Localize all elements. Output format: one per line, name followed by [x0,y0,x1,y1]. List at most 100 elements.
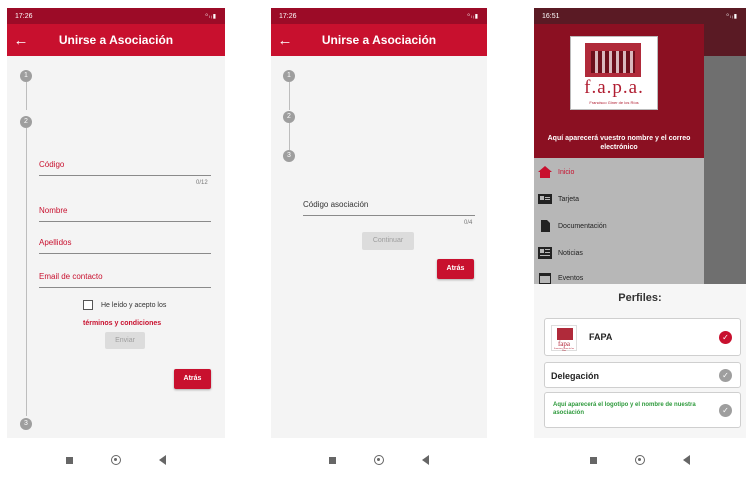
send-button[interactable]: Enviar [105,332,145,349]
mini-logo-subtitle: Francisco Giner de los Ríos [553,348,574,352]
email-field-label: Email de contacto [39,272,103,281]
status-bar: 17:26 ⁰ₗᵢ▮ [271,8,487,24]
page-title: Unirse a Asociación [58,33,174,47]
name-field-label: Nombre [39,206,68,215]
fapa-logo[interactable]: f.a.p.a. Francisco Giner de los Ríos [570,36,658,110]
profile-label: Delegación [551,371,600,381]
logo-subtitle: Francisco Giner de los Ríos [589,100,639,105]
status-icons: ⁰ₗᵢ▮ [726,13,738,20]
home-button-icon[interactable] [111,455,121,465]
phone-screen-join-association-step2: 17:26 ⁰ₗᵢ▮ ← Unirse a Asociación 1 2 3 C… [7,8,225,482]
phone-screen-join-association-step3: 17:26 ⁰ₗᵢ▮ ← Unirse a Asociación 1 2 3 C… [271,8,487,482]
sheet-title: Perfiles: [618,292,662,304]
fapa-mini-logo: fapa Francisco Giner de los Ríos [551,325,577,352]
menu-label: Inicio [558,168,575,176]
phone-screen-profile-selector: 16:51 ⁰ₗᵢ▮ f.a.p.a. Francisco Giner de l… [534,8,746,482]
home-button-icon[interactable] [635,455,645,465]
stepper-content: 1 2 3 Código asociación 0/4 Continuar At… [271,56,487,438]
system-nav-bar [271,438,487,482]
logo-building-icon [585,43,641,77]
app-bar: ← Unirse a Asociación [7,24,225,56]
recent-apps-icon[interactable] [329,456,336,464]
menu-label: Documentación [558,222,607,230]
association-code-label: Código asociación [303,200,369,209]
logo-text: f.a.p.a. [584,77,644,98]
recent-apps-icon[interactable] [66,456,73,464]
profile-card-fapa[interactable]: fapa Francisco Giner de los Ríos FAPA ✓ [544,318,741,356]
email-field[interactable]: Email de contacto [39,258,211,288]
app-bar: ← Unirse a Asociación [271,24,487,56]
mini-logo-text: fapa [557,340,571,348]
menu-label: Eventos [558,274,584,282]
profile-card-delegacion[interactable]: Delegación ✓ [544,362,741,388]
system-nav-bar [7,438,225,482]
code-field-label: Código [39,160,65,169]
back-nav-icon[interactable] [683,455,690,465]
back-nav-icon[interactable] [159,455,166,465]
system-nav-bar [534,438,746,482]
accept-terms-checkbox[interactable] [83,300,93,310]
check-unselected-icon: ✓ [719,404,732,417]
back-button[interactable]: Atrás [437,259,474,279]
step-connector [26,128,27,416]
code-field[interactable]: Código [39,146,211,176]
step-connector [26,82,27,110]
calendar-icon [538,272,552,284]
menu-label: Tarjeta [558,195,580,203]
profile-card-placeholder[interactable]: Aquí aparecerá el logotipo y el nombre d… [544,392,741,428]
user-info-placeholder: Aquí aparecerá vuestro nombre y el corre… [547,135,691,151]
step-connector [289,122,290,150]
recent-apps-icon[interactable] [590,456,597,464]
profile-label: FAPA [589,332,613,342]
step-1-indicator[interactable]: 1 [283,70,295,82]
status-time: 17:26 [15,12,33,20]
menu-item-noticias[interactable]: Noticias [538,247,583,259]
step-2-indicator[interactable]: 2 [20,116,32,128]
back-button[interactable]: Atrás [174,369,211,389]
status-bar: 17:26 ⁰ₗᵢ▮ [7,8,225,24]
check-unselected-icon: ✓ [719,369,732,382]
step-3-indicator[interactable]: 3 [20,418,32,430]
accept-terms-text: He leído y acepto los [101,301,167,309]
profile-placeholder-note: Aquí aparecerá el logotipo y el nombre d… [553,402,696,416]
name-field[interactable]: Nombre [39,192,211,222]
surname-field[interactable]: Apellidos [39,224,211,254]
status-icons: ⁰ₗᵢ▮ [205,13,217,20]
menu-item-documentacion[interactable]: Documentación [538,220,607,232]
back-arrow-icon[interactable]: ← [271,32,299,49]
step-connector [289,82,290,110]
drawer-header: f.a.p.a. Francisco Giner de los Ríos ↓ A… [534,24,704,158]
continue-button[interactable]: Continuar [362,232,414,250]
profiles-bottom-sheet: Perfiles: fapa Francisco Giner de los Rí… [534,284,746,438]
menu-label: Noticias [558,249,583,257]
check-selected-icon: ✓ [719,331,732,344]
accept-terms-row: He leído y acepto los [83,300,166,310]
step-2-indicator[interactable]: 2 [283,111,295,123]
step-1-indicator[interactable]: 1 [20,70,32,82]
page-title: Unirse a Asociación [321,33,437,47]
association-code-counter: 0/4 [464,220,473,226]
status-time: 17:26 [279,12,297,20]
document-icon [538,220,552,232]
step-3-indicator[interactable]: 3 [283,150,295,162]
surname-field-label: Apellidos [39,238,72,247]
menu-item-inicio[interactable]: Inicio [538,166,574,178]
home-button-icon[interactable] [374,455,384,465]
terms-link[interactable]: términos y condiciones [83,320,161,327]
code-char-counter: 0/12 [196,180,208,186]
association-code-field[interactable]: Código asociación [303,186,475,216]
back-arrow-icon[interactable]: ← [7,32,35,49]
status-bar: 16:51 ⁰ₗᵢ▮ [534,8,746,24]
news-icon [538,247,552,259]
stepper-content: 1 2 3 Código 0/12 Nombre Apellidos Email… [7,56,225,438]
navigation-drawer: f.a.p.a. Francisco Giner de los Ríos ↓ A… [534,24,704,284]
arrow-down-icon[interactable]: ↓ [651,72,658,88]
card-icon [538,193,552,205]
logo-building-icon [557,328,573,340]
menu-item-tarjeta[interactable]: Tarjeta [538,193,579,205]
menu-item-eventos[interactable]: Eventos [538,272,583,284]
status-time: 16:51 [542,12,560,20]
status-icons: ⁰ₗᵢ▮ [467,13,479,20]
home-icon [538,166,552,178]
back-nav-icon[interactable] [422,455,429,465]
